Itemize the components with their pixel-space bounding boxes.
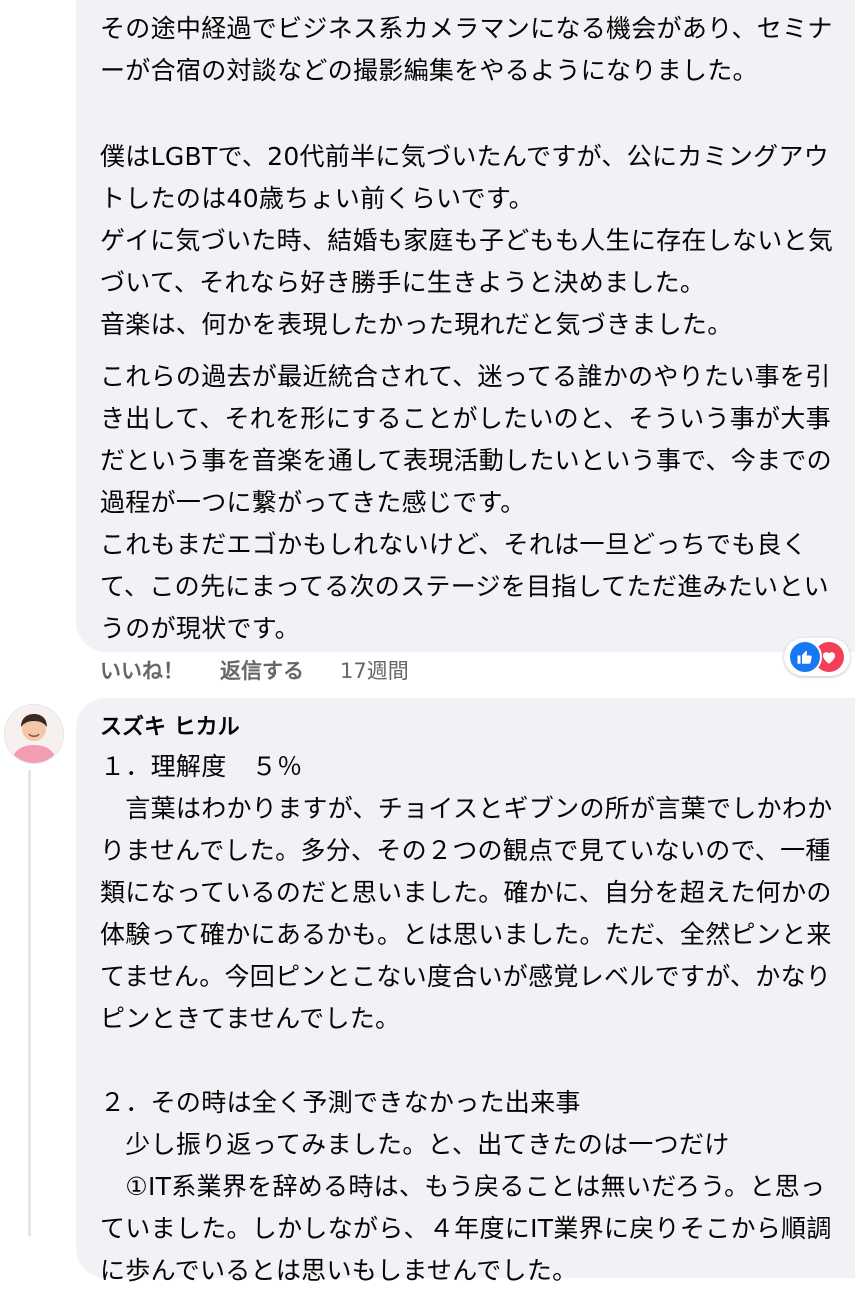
comment-paragraph: これらの過去が最近統合されて、迷ってる誰かのやりたい事を引き出して、それを形にす…: [100, 362, 832, 517]
reply-thread-line: [28, 770, 31, 1236]
reaction-summary[interactable]: [784, 638, 850, 676]
like-icon: [788, 640, 822, 674]
comment-paragraph: 僕はLGBTで、20代前半に気づいたんですが、公にカミングアウトしたのは40歳ち…: [100, 142, 834, 297]
reply-link[interactable]: 返信する: [220, 655, 304, 685]
comment-actions: いいね！ 返信する 17週間: [100, 655, 445, 685]
like-link[interactable]: いいね！: [100, 655, 184, 685]
comment-text: 音楽は、何かを表現したかった現れだと気づきました。: [100, 304, 848, 346]
comment-text: これらの過去が最近統合されて、迷ってる誰かのやりたい事を引き出して、それを形にす…: [100, 356, 848, 524]
comment-text: １．理解度 ５％ 言葉はわかりますが、チョイスとギブンの所が言葉でしかわかりませ…: [100, 746, 848, 1292]
comment-text: その途中経過でビジネス系カメラマンになる機会があり、セミナーが合宿の対談などの撮…: [100, 8, 848, 92]
comment-author[interactable]: スズキ ヒカル: [100, 712, 240, 744]
comment-paragraph: これもまだエゴかもしれないけど、それは一旦どっちでも良くて、この先にまってる次の…: [100, 530, 829, 643]
comment-paragraph: １．理解度 ５％ 言葉はわかりますが、チョイスとギブンの所が言葉でしかわかりませ…: [100, 752, 833, 1285]
comment-text: 僕はLGBTで、20代前半に気づいたんですが、公にカミングアウトしたのは40歳ち…: [100, 136, 848, 304]
avatar[interactable]: [4, 704, 64, 764]
comment-paragraph: 音楽は、何かを表現したかった現れだと気づきました。: [100, 310, 733, 339]
comment-text: これもまだエゴかもしれないけど、それは一旦どっちでも良くて、この先にまってる次の…: [100, 524, 848, 650]
comment-paragraph: その途中経過でビジネス系カメラマンになる機会があり、セミナーが合宿の対談などの撮…: [100, 14, 833, 85]
comment-timestamp[interactable]: 17週間: [340, 655, 409, 685]
avatar-image: [5, 705, 63, 763]
